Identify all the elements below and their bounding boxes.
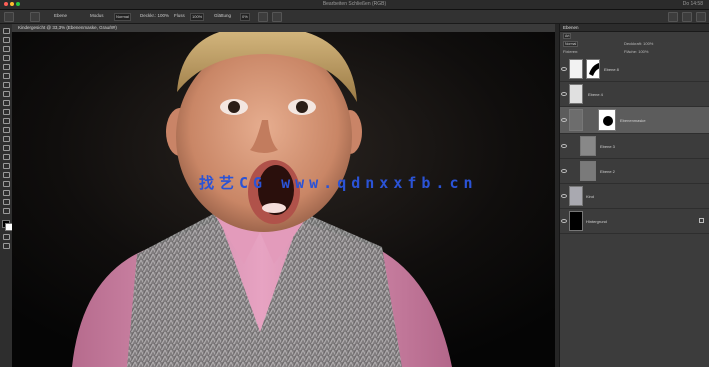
visibility-eye-icon[interactable] bbox=[561, 193, 567, 199]
document-tab-label: Kindergesicht @ 33,3% (Ebenenmaske, Grau… bbox=[18, 25, 117, 30]
visibility-eye-icon[interactable] bbox=[561, 143, 567, 149]
lock-label: Fixieren: bbox=[563, 49, 579, 54]
layer-name: Hintergrund bbox=[586, 219, 607, 224]
lasso-tool-icon[interactable] bbox=[2, 46, 10, 52]
visibility-eye-icon[interactable] bbox=[561, 66, 567, 72]
visibility-eye-icon[interactable] bbox=[561, 218, 567, 224]
layer-thumbnail bbox=[580, 136, 596, 156]
opacity-label[interactable]: Deckkr.: 100% bbox=[140, 13, 169, 18]
photo-artwork bbox=[12, 32, 555, 367]
type-tool-icon[interactable] bbox=[2, 172, 10, 178]
layer-row[interactable]: Kind bbox=[560, 184, 709, 209]
document-canvas[interactable]: 找艺CG www.qdnxxfb.cn bbox=[12, 32, 555, 367]
settings-icon[interactable] bbox=[258, 12, 268, 22]
flow-field[interactable]: 100% bbox=[190, 13, 205, 21]
blend-mode-select[interactable]: Normal bbox=[563, 41, 579, 47]
watermark-text: 找艺CG www.qdnxxfb.cn bbox=[199, 174, 478, 192]
pen-tool-icon[interactable] bbox=[2, 163, 10, 169]
blur-tool-icon[interactable] bbox=[2, 145, 10, 151]
path-select-tool-icon[interactable] bbox=[2, 181, 10, 187]
zoom-tool-icon[interactable] bbox=[2, 208, 10, 214]
layer-mask-thumbnail[interactable] bbox=[586, 59, 600, 79]
move-tool-icon[interactable] bbox=[2, 28, 10, 34]
dodge-tool-icon[interactable] bbox=[2, 154, 10, 160]
flow-label: Fluss bbox=[174, 13, 185, 18]
layer-name: Kind bbox=[586, 194, 595, 199]
home-icon[interactable] bbox=[4, 12, 14, 22]
fill-field[interactable]: Fläche: 100% bbox=[624, 49, 648, 54]
layer-thumbnail bbox=[569, 186, 583, 206]
layers-panel-title[interactable]: Ebenen bbox=[563, 25, 579, 30]
layer-row[interactable]: Ebene 2 bbox=[560, 159, 709, 184]
layer-row[interactable]: Ebene 3 bbox=[560, 134, 709, 159]
visibility-eye-icon[interactable] bbox=[561, 91, 567, 97]
frame-tool-icon[interactable] bbox=[2, 73, 10, 79]
hand-tool-icon[interactable] bbox=[2, 199, 10, 205]
gradient-tool-icon[interactable] bbox=[2, 136, 10, 142]
layer-name: Ebene 4 bbox=[588, 92, 603, 97]
brush-tool-icon[interactable] bbox=[2, 100, 10, 106]
options-bar: Ebene Modus Normal Deckkr.: 100% Fluss 1… bbox=[0, 10, 709, 24]
smoothing-label: Glättung bbox=[214, 13, 232, 18]
layer-row[interactable]: Ebene 8 bbox=[560, 57, 709, 82]
workspace-icon[interactable] bbox=[682, 12, 692, 22]
brush-preset-icon[interactable] bbox=[30, 12, 40, 22]
layer-name: Ebenenmaske bbox=[620, 118, 646, 123]
layer-mask-thumbnail[interactable] bbox=[598, 109, 616, 131]
options-layer-label: Ebene bbox=[54, 13, 68, 18]
layer-name: Ebene 2 bbox=[600, 169, 615, 174]
visibility-eye-icon[interactable] bbox=[561, 168, 567, 174]
opacity-field[interactable]: Deckkraft: 100% bbox=[624, 41, 653, 46]
window-title: Bearbeiten Schließen (RGB) bbox=[322, 1, 387, 7]
layers-filter-row: Art bbox=[560, 32, 709, 39]
layer-row-selected[interactable]: Ebenenmaske bbox=[560, 107, 709, 134]
layer-thumbnail bbox=[569, 211, 583, 231]
layer-thumbnail bbox=[569, 59, 583, 79]
marquee-tool-icon[interactable] bbox=[2, 37, 10, 43]
eraser-tool-icon[interactable] bbox=[2, 127, 10, 133]
layer-thumbnail bbox=[569, 84, 583, 104]
blend-row: Normal Deckkraft: 100% bbox=[560, 40, 709, 47]
crop-tool-icon[interactable] bbox=[2, 64, 10, 70]
layers-panel: Ebenen Art Normal Deckkraft: 100% Fixier… bbox=[559, 24, 709, 367]
screen-mode-icon[interactable] bbox=[2, 243, 10, 249]
lock-row: Fixieren: Fläche: 100% bbox=[560, 48, 709, 55]
layer-name: Ebene 8 bbox=[604, 67, 619, 72]
pressure-icon[interactable] bbox=[272, 12, 282, 22]
visibility-eye-icon[interactable] bbox=[561, 117, 567, 123]
layers-panel-header: Ebenen bbox=[560, 24, 709, 32]
filter-kind-select[interactable]: Art bbox=[563, 33, 572, 39]
options-mode-label: Modus bbox=[90, 13, 104, 18]
title-bar: Bearbeiten Schließen (RGB) Do 14:58 bbox=[0, 0, 709, 10]
layer-thumbnail bbox=[569, 109, 583, 131]
healing-brush-tool-icon[interactable] bbox=[2, 91, 10, 97]
mode-select[interactable]: Normal bbox=[114, 13, 131, 21]
lock-icon[interactable] bbox=[699, 218, 704, 223]
share-icon[interactable] bbox=[696, 12, 706, 22]
smoothing-field[interactable]: 0% bbox=[240, 13, 250, 21]
clone-stamp-tool-icon[interactable] bbox=[2, 109, 10, 115]
layer-row[interactable]: Hintergrund bbox=[560, 209, 709, 234]
layer-row[interactable]: Ebene 4 bbox=[560, 82, 709, 107]
quick-mask-icon[interactable] bbox=[2, 234, 10, 240]
clock-status: Do 14:58 bbox=[682, 1, 703, 7]
quick-select-tool-icon[interactable] bbox=[2, 55, 10, 61]
history-brush-tool-icon[interactable] bbox=[2, 118, 10, 124]
search-icon[interactable] bbox=[668, 12, 678, 22]
layer-name: Ebene 3 bbox=[600, 144, 615, 149]
eyedropper-tool-icon[interactable] bbox=[2, 82, 10, 88]
shape-tool-icon[interactable] bbox=[2, 190, 10, 196]
layer-thumbnail bbox=[580, 161, 596, 181]
